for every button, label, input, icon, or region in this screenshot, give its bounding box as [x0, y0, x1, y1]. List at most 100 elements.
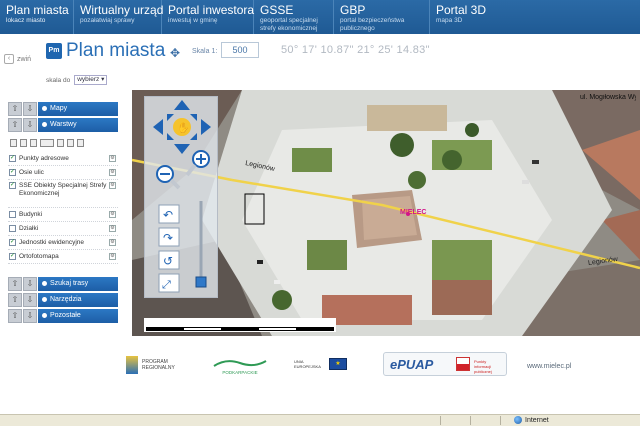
settings-icon[interactable]: ⚙ [109, 225, 116, 232]
browser-status-bar: Internet [0, 414, 640, 426]
podkarpackie-logo: PODKARPACKIE [212, 358, 268, 375]
pan-down-icon[interactable] [174, 144, 190, 154]
nav-subtitle: mapa 3D [436, 17, 463, 24]
ue-text: UNIA EUROPEJSKA [294, 359, 321, 369]
mapy-button[interactable]: Mapy [38, 102, 118, 116]
pozostale-button[interactable]: Pozostałe [38, 309, 118, 323]
layer-tools [10, 139, 84, 147]
layer-checkbox[interactable]: ✓ [9, 253, 16, 260]
layer-checkbox[interactable]: ✓ [9, 239, 16, 246]
collapse-button[interactable]: ‹ zwiń [4, 54, 31, 64]
nav-plan-miasta[interactable]: Plan miasta lokacz miasto [0, 0, 74, 34]
nav-subtitle: lokacz miasto [6, 17, 46, 24]
layer-checkbox[interactable]: ✓ [9, 182, 16, 189]
arrow-up-icon[interactable]: ⇧ [8, 309, 22, 323]
chooser-value: wybierz [77, 76, 100, 83]
eu-flag-icon: ★ [329, 358, 347, 370]
nav-portal-inwestora[interactable]: Portal inwestora inwestuj w gminę [162, 0, 254, 34]
nav-gsse[interactable]: GSSE geoportal specjalnej strefy ekonomi… [254, 0, 334, 34]
pan-up-icon[interactable] [174, 100, 190, 110]
place-label: MIELEC [400, 209, 427, 216]
scale-input[interactable]: 500 [221, 42, 259, 58]
tool-icon[interactable] [67, 139, 74, 147]
settings-icon[interactable]: ⚙ [109, 169, 116, 176]
layer-name: Ortofotomapa [19, 252, 59, 260]
tool-icon[interactable] [57, 139, 64, 147]
szukaj-trasy-button[interactable]: Szukaj trasy [38, 277, 118, 291]
bullet-icon [42, 312, 47, 318]
tool-icon[interactable] [30, 139, 37, 147]
arrow-up-icon[interactable]: ⇧ [8, 102, 22, 116]
layer-name: Punkty adresowe [19, 154, 69, 162]
layer-name: SSE Obiekty Specjalnej Strefy Ekonomiczn… [19, 182, 107, 197]
pan-left-icon[interactable] [153, 119, 163, 135]
layer-checkbox[interactable] [9, 225, 16, 232]
scale-chooser: skala do wybierz ▾ [46, 75, 108, 85]
tool-icon[interactable] [40, 139, 54, 147]
arrow-up-icon[interactable]: ⇧ [8, 277, 22, 291]
nav-title: Plan miasta [6, 3, 69, 17]
arrow-left-icon: ‹ [4, 54, 14, 64]
nav-wirtualny-urzad[interactable]: Wirtualny urząd pozałatwiaj sprawy [74, 0, 164, 34]
panel-warstwy: ⇧ ⇩ Warstwy [8, 118, 118, 132]
svg-text:↶: ↶ [163, 208, 173, 222]
panel-label: Mapy [50, 105, 68, 112]
tool-icon[interactable] [20, 139, 27, 147]
globe-icon [514, 416, 522, 424]
epuap-text: ePUAP [390, 357, 434, 372]
panel-label: Pozostałe [50, 312, 81, 319]
layer-name: Jednostki ewidencyjne [19, 238, 85, 246]
arrow-down-icon[interactable]: ⇩ [23, 293, 37, 307]
panel-narzedzia: ⇧ ⇩ Narzędzia [8, 293, 118, 307]
zoom-slider-handle[interactable] [195, 276, 207, 288]
panel-label: Szukaj trasy [50, 280, 89, 287]
podkarpackie-text: PODKARPACKIE [222, 370, 258, 375]
nav-title: GSSE [260, 3, 294, 17]
settings-icon[interactable]: ⚙ [109, 182, 116, 189]
pan-right-icon[interactable] [201, 119, 211, 135]
program-regionalny-logo: PROGRAM REGIONALNY [126, 356, 178, 374]
layer-item: ✓ Punkty adresowe ⚙ [8, 152, 118, 166]
settings-icon[interactable]: ⚙ [109, 211, 116, 218]
settings-icon[interactable]: ⚙ [109, 239, 116, 246]
chooser-select[interactable]: wybierz ▾ [74, 75, 108, 85]
settings-icon[interactable]: ⚙ [109, 155, 116, 162]
sidebar: skala do wybierz ▾ ⇧ ⇩ Mapy ⇧ ⇩ Warstwy ✓ … [0, 68, 132, 340]
layer-checkbox[interactable] [9, 211, 16, 218]
arrow-up-icon[interactable]: ⇧ [8, 118, 22, 132]
settings-icon[interactable]: ⚙ [109, 253, 116, 260]
panel-label: Narzędzia [50, 296, 82, 303]
scale-bar [146, 327, 334, 331]
nav-subtitle: geoportal specjalnej strefy ekonomicznej [260, 17, 318, 32]
nav-subtitle: pozałatwiaj sprawy [80, 17, 135, 24]
coordinates-readout: 50° 17' 10.87" 21° 25' 14.83" [281, 44, 430, 56]
nav-portal-3d[interactable]: Portal 3D mapa 3D [430, 0, 520, 34]
scale-label: Skala 1: [192, 48, 218, 55]
narzedzia-button[interactable]: Narzędzia [38, 293, 118, 307]
warstwy-button[interactable]: Warstwy [38, 118, 118, 132]
nav-gbp[interactable]: GBP portal bezpieczeństwa publicznego [334, 0, 430, 34]
bullet-icon [42, 105, 47, 111]
ue-logo: UNIA EUROPEJSKA ★ [294, 358, 347, 370]
arrow-down-icon[interactable]: ⇩ [23, 309, 37, 323]
tool-icon[interactable] [77, 139, 84, 147]
layer-checkbox[interactable]: ✓ [9, 155, 16, 162]
tool-icon[interactable] [10, 139, 17, 147]
nav-title: Wirtualny urząd [80, 3, 164, 17]
arrow-down-icon[interactable]: ⇩ [23, 102, 37, 116]
bullet-icon [42, 121, 47, 127]
layer-checkbox[interactable]: ✓ [9, 169, 16, 176]
layer-item: ✓ Jednostki ewidencyjne ⚙ [8, 236, 118, 250]
epuap-logo[interactable]: ePUAP Punkty informacji publicznej [383, 352, 507, 376]
page-title: Plan miasta [66, 40, 166, 61]
svg-text:⤢: ⤢ [162, 278, 171, 291]
svg-text:↺: ↺ [163, 254, 173, 268]
sponsor-logos: PROGRAM REGIONALNY PODKARPACKIE UNIA EUR… [0, 340, 640, 396]
arrow-down-icon[interactable]: ⇩ [23, 277, 37, 291]
arrow-down-icon[interactable]: ⇩ [23, 118, 37, 132]
navigation-controls: ✋ ↶ ↷ ↺ ⤢ [153, 100, 211, 293]
arrow-up-icon[interactable]: ⇧ [8, 293, 22, 307]
website-link[interactable]: www.mielec.pl [527, 363, 571, 370]
program-text: PROGRAM REGIONALNY [142, 359, 175, 371]
layer-name: Budynki [19, 210, 43, 218]
